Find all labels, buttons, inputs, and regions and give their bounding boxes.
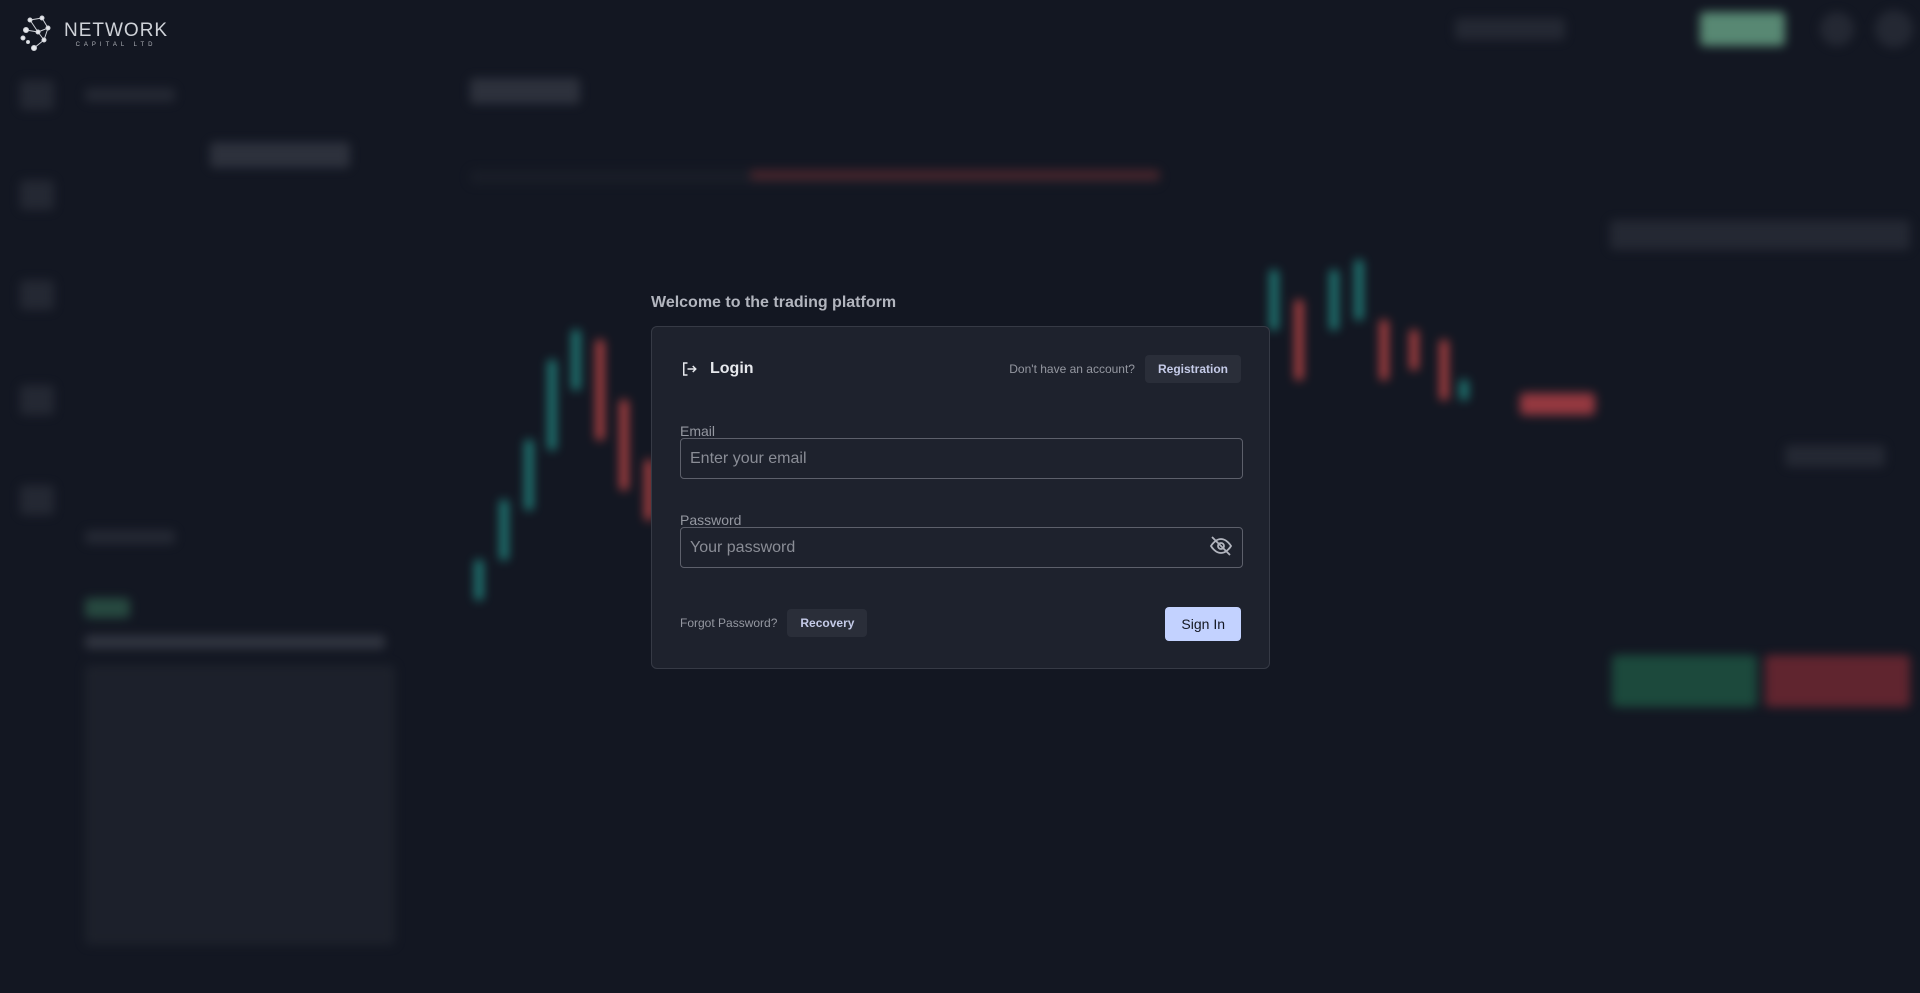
background-candle — [1295, 300, 1303, 380]
registration-button[interactable]: Registration — [1144, 355, 1241, 383]
background-candle — [475, 560, 483, 600]
background-candle — [620, 400, 628, 490]
brand-tagline: CAPITAL LTD — [75, 42, 157, 48]
login-dialog: Login Don't have an account? Registratio… — [651, 326, 1270, 669]
background-candle — [1410, 330, 1418, 370]
background-candle — [572, 330, 580, 390]
email-label: Email — [680, 423, 716, 439]
background-candle — [500, 500, 508, 560]
recovery-button[interactable]: Recovery — [787, 609, 868, 637]
background-candle — [1460, 380, 1468, 400]
background-candle — [1380, 320, 1388, 380]
background-candle — [548, 360, 556, 450]
background-candle — [1355, 260, 1363, 320]
brand-logo: NETWORK CAPITAL LTD — [18, 14, 168, 54]
email-input[interactable] — [680, 438, 1243, 479]
password-input[interactable] — [680, 527, 1243, 568]
no-account-text: Don't have an account? — [1009, 362, 1135, 376]
network-logo-icon — [20, 15, 51, 51]
brand-name: NETWORK — [64, 20, 169, 41]
forgot-password-text: Forgot Password? — [680, 616, 778, 630]
background-candle — [1440, 340, 1448, 400]
background-candle — [525, 440, 533, 510]
background-candle — [1330, 270, 1338, 330]
password-label: Password — [680, 512, 742, 528]
background-candle — [1270, 270, 1278, 330]
welcome-heading: Welcome to the trading platform — [651, 294, 897, 311]
eye-off-icon[interactable] — [1209, 534, 1233, 558]
login-arrow-icon — [683, 362, 697, 376]
sign-in-button[interactable]: Sign In — [1165, 607, 1241, 641]
background-candle — [596, 340, 604, 440]
login-title: Login — [710, 360, 754, 377]
